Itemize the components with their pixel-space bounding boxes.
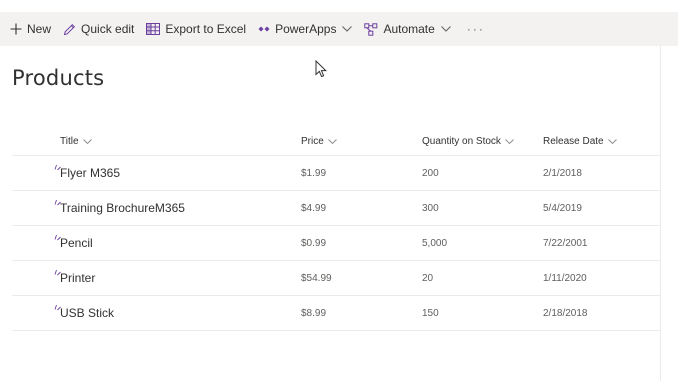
mouse-pointer-icon <box>315 59 328 83</box>
table-row[interactable]: Printer $54.99 20 1/11/2020 <box>12 261 660 296</box>
price-cell: $1.99 <box>301 167 327 179</box>
item-title-link[interactable]: Pencil <box>60 236 93 250</box>
column-header-release-date[interactable]: Release Date <box>543 136 660 147</box>
powerapps-label: PowerApps <box>275 22 337 36</box>
table-row[interactable]: USB Stick $8.99 150 2/18/2018 <box>12 296 660 331</box>
new-item-sparkle-icon <box>54 233 62 241</box>
release-date-cell: 2/1/2018 <box>543 167 582 179</box>
item-title-link[interactable]: Training BrochureM365 <box>60 201 185 215</box>
quantity-cell: 200 <box>422 167 439 179</box>
chevron-down-icon <box>342 26 353 32</box>
chevron-down-icon <box>607 139 617 144</box>
automate-label: Automate <box>383 22 435 36</box>
new-item-sparkle-icon <box>54 163 62 171</box>
price-cell: $54.99 <box>301 272 332 284</box>
export-to-excel-button[interactable]: Export to Excel <box>140 12 252 46</box>
column-header-label: Quantity on Stock <box>422 136 501 147</box>
column-header-row: Title Price Quantity on Stock Release Da… <box>12 128 660 156</box>
new-item-sparkle-icon <box>54 198 62 206</box>
column-header-quantity[interactable]: Quantity on Stock <box>422 136 543 147</box>
column-header-title[interactable]: Title <box>60 136 301 147</box>
top-strip <box>0 0 678 12</box>
new-label: New <box>27 22 52 36</box>
quantity-cell: 150 <box>422 307 439 319</box>
new-button[interactable]: New <box>4 12 57 46</box>
release-date-cell: 2/18/2018 <box>543 307 588 319</box>
flow-icon <box>364 22 378 36</box>
chevron-down-icon <box>440 26 451 32</box>
item-title-link[interactable]: Flyer M365 <box>60 166 120 180</box>
release-date-cell: 5/4/2019 <box>543 202 582 214</box>
automate-menu[interactable]: Automate <box>358 12 456 46</box>
more-options-button[interactable]: ··· <box>457 12 491 46</box>
item-title-link[interactable]: Printer <box>60 271 95 285</box>
powerapps-icon <box>258 24 270 34</box>
new-item-sparkle-icon <box>54 268 62 276</box>
quantity-cell: 300 <box>422 202 439 214</box>
table-row[interactable]: Flyer M365 $1.99 200 2/1/2018 <box>12 156 660 191</box>
page-title: Products <box>12 66 105 90</box>
price-cell: $4.99 <box>301 202 327 214</box>
price-cell: $0.99 <box>301 237 327 249</box>
quick-edit-label: Quick edit <box>81 22 135 36</box>
command-bar: New Quick edit Export to Excel PowerApps… <box>0 12 678 46</box>
more-label: ··· <box>466 22 485 36</box>
column-header-label: Price <box>301 136 324 147</box>
table-row[interactable]: Pencil $0.99 5,000 7/22/2001 <box>12 226 660 261</box>
column-header-price[interactable]: Price <box>301 136 422 147</box>
quick-edit-button[interactable]: Quick edit <box>57 12 140 46</box>
chevron-down-icon <box>327 139 337 144</box>
release-date-cell: 7/22/2001 <box>543 237 588 249</box>
pencil-icon <box>63 23 76 36</box>
column-header-label: Title <box>60 136 79 147</box>
plus-icon <box>10 23 22 35</box>
chevron-down-icon <box>82 139 92 144</box>
release-date-cell: 1/11/2020 <box>543 272 587 284</box>
quantity-cell: 20 <box>422 272 434 284</box>
chevron-down-icon <box>505 139 514 144</box>
list-view: Title Price Quantity on Stock Release Da… <box>12 128 660 331</box>
price-cell: $8.99 <box>301 307 327 319</box>
powerapps-menu[interactable]: PowerApps <box>252 12 358 46</box>
item-title-link[interactable]: USB Stick <box>60 306 114 320</box>
right-pane-divider <box>660 46 661 381</box>
new-item-sparkle-icon <box>54 303 62 311</box>
table-row[interactable]: Training BrochureM365 $4.99 300 5/4/2019 <box>12 191 660 226</box>
export-label: Export to Excel <box>165 22 247 36</box>
quantity-cell: 5,000 <box>422 237 448 249</box>
column-header-label: Release Date <box>543 136 604 147</box>
excel-grid-icon <box>146 23 161 35</box>
